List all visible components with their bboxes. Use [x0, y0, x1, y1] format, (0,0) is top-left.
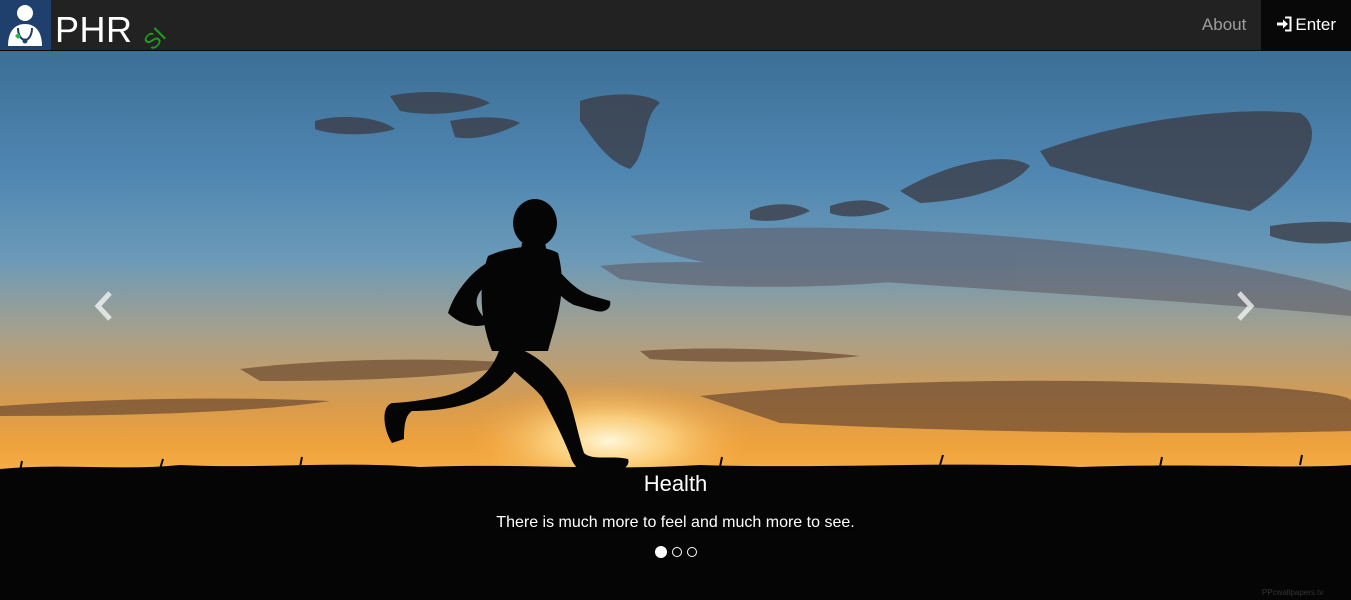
brand-sub-text: SI — [138, 22, 170, 50]
carousel-indicator-3[interactable] — [686, 547, 697, 557]
carousel-indicators — [0, 546, 1351, 558]
sign-in-icon — [1277, 16, 1292, 32]
nav-enter-link[interactable]: Enter — [1261, 0, 1351, 50]
hero-carousel: Health There is much more to feel and mu… — [0, 51, 1351, 600]
carousel-next-button[interactable] — [1225, 281, 1265, 331]
brand-si-mark: SI — [138, 22, 170, 50]
image-watermark: PPcwallpapers.tv — [1262, 588, 1324, 597]
brand-title[interactable]: PHR — [55, 12, 133, 48]
carousel-indicator-1[interactable] — [654, 546, 667, 558]
brand-logo[interactable] — [0, 0, 51, 50]
carousel-prev-button[interactable] — [84, 281, 124, 331]
chevron-left-icon — [94, 291, 112, 321]
top-navbar: PHR SI About Enter — [0, 0, 1351, 51]
slide-title: Health — [643, 471, 708, 496]
slide-text: There is much more to feel and much more… — [496, 514, 855, 531]
enter-label: Enter — [1295, 15, 1336, 34]
doctor-icon — [0, 0, 51, 50]
nav-about-link[interactable]: About — [1187, 0, 1261, 50]
nav-right: About Enter — [1187, 0, 1351, 50]
chevron-right-icon — [1237, 291, 1255, 321]
carousel-indicator-2[interactable] — [671, 547, 682, 557]
